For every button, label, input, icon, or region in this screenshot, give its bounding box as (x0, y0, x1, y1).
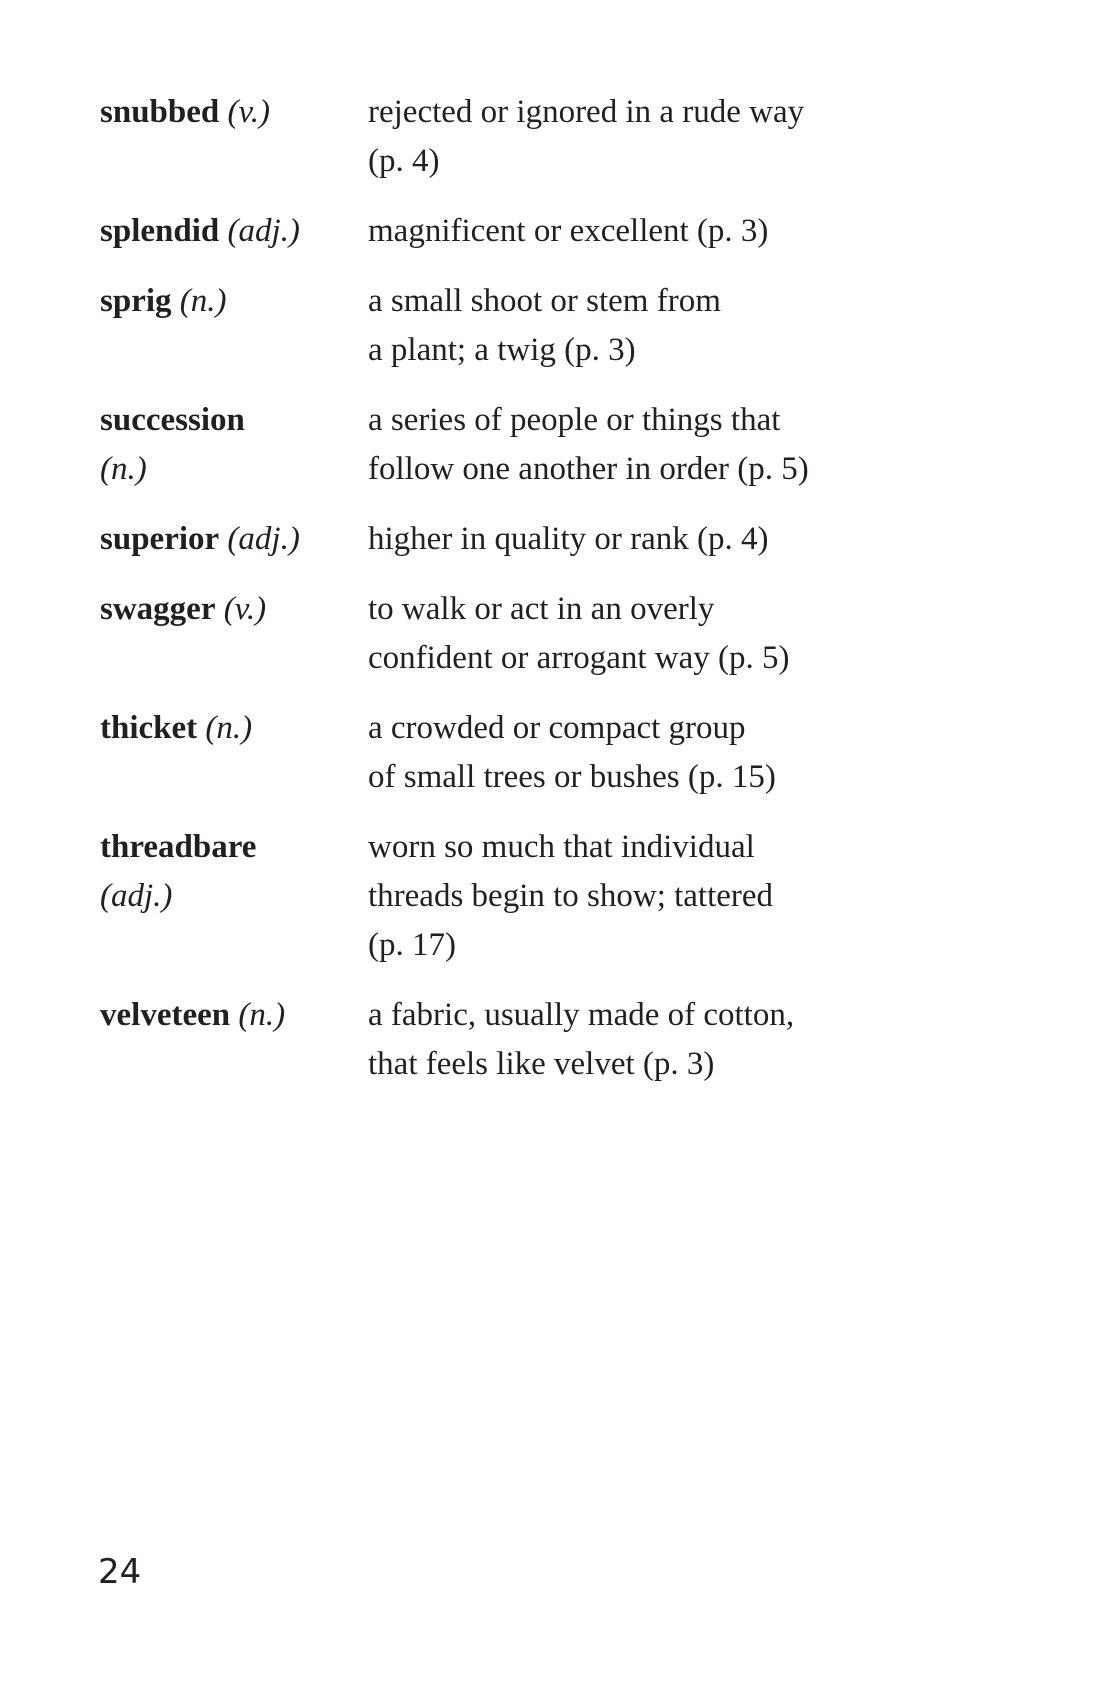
glossary-term: sprig (n.) (100, 277, 368, 326)
term-part-of-speech: (adj.) (227, 213, 300, 249)
term-definition: a small shoot or stem from a plant; a tw… (368, 277, 1000, 375)
glossary-term: thicket (n.) (100, 704, 368, 753)
term-word: thicket (100, 710, 198, 746)
glossary-entry-velveteen: velveteen (n.) a fabric, usually made of… (100, 991, 1000, 1089)
glossary-entry-sprig: sprig (n.) a small shoot or stem from a … (100, 277, 1000, 375)
glossary-entry-succession: succession (n.) a series of people or th… (100, 396, 1000, 494)
term-part-of-speech: (adj.) (100, 878, 173, 914)
glossary-term: swagger (v.) (100, 585, 368, 634)
term-definition: worn so much that individual threads beg… (368, 823, 1000, 970)
term-definition: to walk or act in an overly confident or… (368, 585, 1000, 683)
glossary-entry-swagger: swagger (v.) to walk or act in an overly… (100, 585, 1000, 683)
term-part-of-speech: (n.) (205, 710, 253, 746)
definition-line: magnificent or excellent (p. 3) (368, 213, 769, 249)
definition-line: (p. 4) (368, 143, 440, 179)
definition-line: that feels like velvet (p. 3) (368, 1046, 715, 1082)
glossary-term: succession (n.) (100, 396, 368, 494)
glossary-term: threadbare (adj.) (100, 823, 368, 921)
glossary: snubbed (v.) rejected or ignored in a ru… (100, 88, 1000, 1110)
definition-line: confident or arrogant way (p. 5) (368, 640, 790, 676)
definition-line: a small shoot or stem from (368, 283, 721, 319)
term-part-of-speech: (adj.) (227, 521, 300, 557)
glossary-entry-snubbed: snubbed (v.) rejected or ignored in a ru… (100, 88, 1000, 186)
term-word: superior (100, 521, 220, 557)
term-definition: a crowded or compact group of small tree… (368, 704, 1000, 802)
definition-line: (p. 17) (368, 927, 456, 963)
term-part-of-speech: (n.) (179, 283, 227, 319)
term-word: succession (100, 402, 245, 438)
definition-line: of small trees or bushes (p. 15) (368, 759, 776, 795)
glossary-term: snubbed (v.) (100, 88, 368, 137)
definition-line: worn so much that individual (368, 829, 755, 865)
term-definition: magnificent or excellent (p. 3) (368, 207, 1000, 256)
glossary-entry-splendid: splendid (adj.) magnificent or excellent… (100, 207, 1000, 256)
term-part-of-speech: (n.) (100, 451, 147, 487)
term-definition: a series of people or things that follow… (368, 396, 1000, 494)
term-word: splendid (100, 213, 220, 249)
term-part-of-speech: (v.) (223, 591, 267, 627)
term-definition: higher in quality or rank (p. 4) (368, 515, 1000, 564)
glossary-term: superior (adj.) (100, 515, 368, 564)
term-definition: a fabric, usually made of cotton, that f… (368, 991, 1000, 1089)
definition-line: to walk or act in an overly (368, 591, 715, 627)
term-word: sprig (100, 283, 172, 319)
definition-line: follow one another in order (p. 5) (368, 451, 809, 487)
definition-line: threads begin to show; tattered (368, 878, 774, 914)
glossary-term: splendid (adj.) (100, 207, 368, 256)
glossary-entry-threadbare: threadbare (adj.) worn so much that indi… (100, 823, 1000, 970)
term-part-of-speech: (n.) (238, 997, 286, 1033)
glossary-entry-thicket: thicket (n.) a crowded or compact group … (100, 704, 1000, 802)
glossary-entry-superior: superior (adj.) higher in quality or ran… (100, 515, 1000, 564)
term-word: swagger (100, 591, 216, 627)
definition-line: a series of people or things that (368, 402, 781, 438)
definition-line: a plant; a twig (p. 3) (368, 332, 636, 368)
term-part-of-speech: (v.) (227, 94, 270, 130)
definition-line: higher in quality or rank (p. 4) (368, 521, 769, 557)
definition-line: a fabric, usually made of cotton, (368, 997, 795, 1033)
term-definition: rejected or ignored in a rude way (p. 4) (368, 88, 1000, 186)
definition-line: a crowded or compact group (368, 710, 746, 746)
term-word: velveteen (100, 997, 231, 1033)
definition-line: rejected or ignored in a rude way (368, 94, 805, 130)
term-word: snubbed (100, 94, 220, 130)
glossary-term: velveteen (n.) (100, 991, 368, 1040)
term-word: threadbare (100, 829, 257, 865)
page-number: 24 (98, 1552, 142, 1592)
